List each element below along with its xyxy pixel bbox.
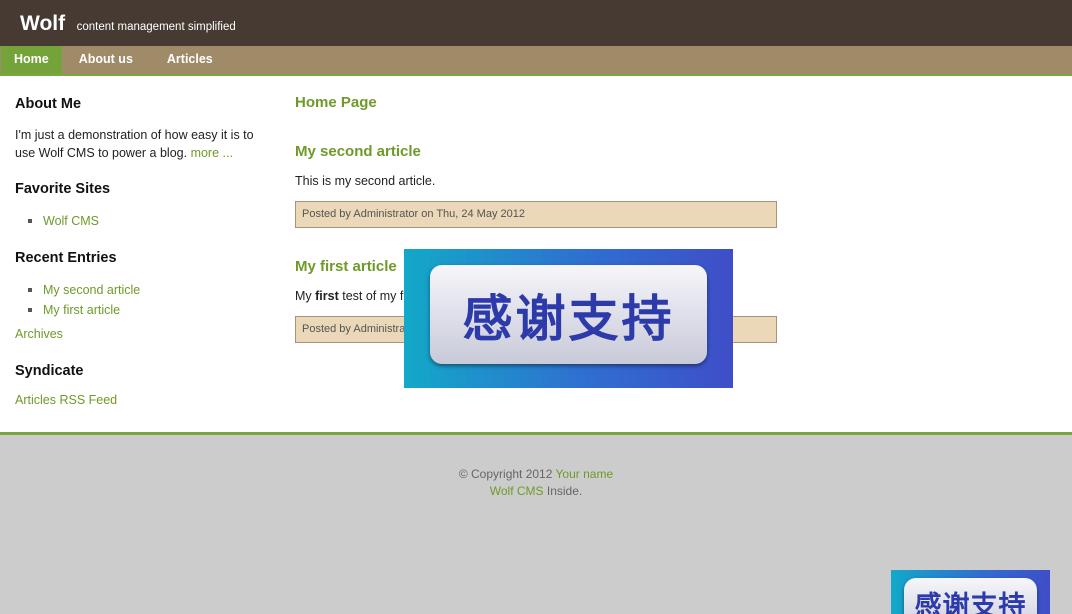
site-header: Wolf content management simplified bbox=[0, 0, 1072, 46]
footer-your-name-link[interactable]: Your name bbox=[556, 467, 614, 481]
thanks-support-banner-small[interactable]: 感谢支持 bbox=[891, 570, 1050, 614]
nav-item-home[interactable]: Home bbox=[1, 46, 62, 74]
article-body-prefix: My bbox=[295, 289, 316, 303]
article-body: This is my second article. bbox=[295, 174, 436, 188]
recent-entries-heading: Recent Entries bbox=[15, 250, 117, 266]
recent-entry-first-article-link[interactable]: My first article bbox=[43, 303, 120, 317]
site-slogan: content management simplified bbox=[76, 21, 236, 33]
list-item: My second article bbox=[28, 280, 265, 300]
recent-entries-list: My second article My first article bbox=[15, 280, 265, 320]
favorite-sites-heading: Favorite Sites bbox=[15, 181, 111, 197]
article-body-bold: first bbox=[315, 289, 339, 303]
favorite-site-wolf-cms-link[interactable]: Wolf CMS bbox=[43, 214, 99, 228]
footer-powered-line: Wolf CMS Inside. bbox=[0, 483, 1072, 500]
thanks-support-banner[interactable]: 感谢支持 bbox=[404, 249, 733, 388]
about-me-heading: About Me bbox=[15, 96, 82, 112]
page-title: Home Page bbox=[295, 94, 377, 111]
main-navigation: Home About us Articles bbox=[0, 46, 1072, 76]
list-item: Wolf CMS bbox=[28, 211, 265, 231]
footer-copyright-line: © Copyright 2012 Your name bbox=[0, 466, 1072, 483]
sidebar: About Me I'm just a demonstration of how… bbox=[15, 76, 265, 407]
footer-wolf-cms-link[interactable]: Wolf CMS bbox=[490, 484, 544, 498]
recent-entry-second-article-link[interactable]: My second article bbox=[43, 283, 140, 297]
footer-copyright-text: © Copyright 2012 bbox=[458, 467, 556, 481]
footer-inside-text: Inside. bbox=[543, 484, 583, 498]
thanks-support-banner-label: 感谢支持 bbox=[430, 265, 707, 364]
about-me-text: I'm just a demonstration of how easy it … bbox=[15, 126, 265, 162]
nav-item-about-us[interactable]: About us bbox=[62, 46, 150, 74]
syndicate-heading: Syndicate bbox=[15, 363, 84, 379]
archives-link[interactable]: Archives bbox=[15, 324, 265, 344]
about-more-link[interactable]: more ... bbox=[191, 146, 233, 160]
list-item: My first article bbox=[28, 300, 265, 320]
site-title-link[interactable]: Wolf bbox=[20, 12, 65, 36]
site-footer: © Copyright 2012 Your name Wolf CMS Insi… bbox=[0, 438, 1072, 500]
thanks-support-banner-small-label: 感谢支持 bbox=[904, 578, 1037, 614]
article-title-link[interactable]: My second article bbox=[295, 143, 777, 160]
articles-rss-feed-link[interactable]: Articles RSS Feed bbox=[15, 393, 265, 407]
nav-item-articles[interactable]: Articles bbox=[150, 46, 230, 74]
article: My second article This is my second arti… bbox=[295, 143, 777, 228]
article-info: Posted by Administrator on Thu, 24 May 2… bbox=[295, 201, 777, 228]
favorite-sites-list: Wolf CMS bbox=[15, 211, 265, 231]
